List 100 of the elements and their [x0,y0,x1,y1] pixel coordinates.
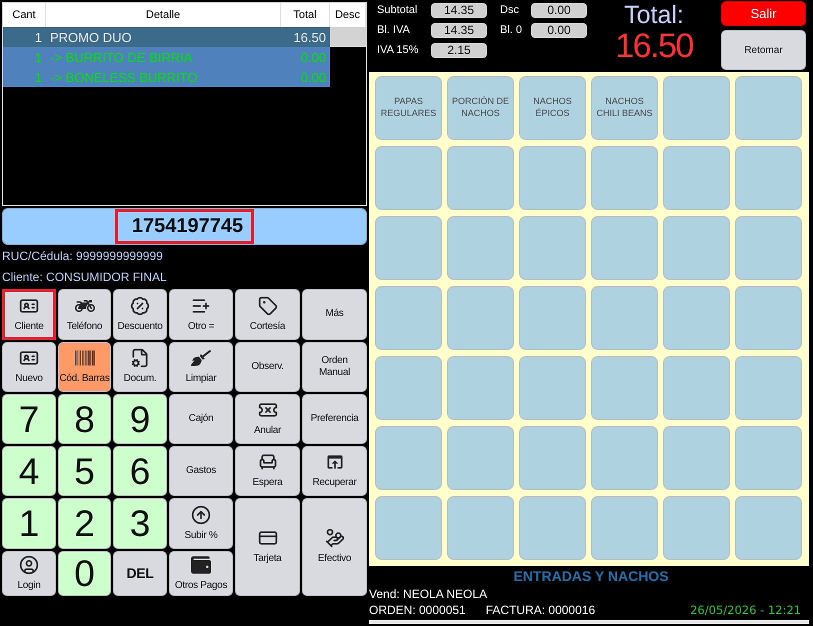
order-number: ORDEN: 0000051 [369,603,466,617]
digit-key[interactable]: 5 [58,446,111,496]
empty-tile[interactable] [663,286,730,350]
empty-tile[interactable] [735,76,802,140]
action-button[interactable]: Cortesía [235,289,300,340]
action-button[interactable]: Subir % [169,498,233,549]
action-button[interactable]: Otros Pagos [169,551,233,596]
empty-tile[interactable] [591,496,658,560]
action-button[interactable]: Limpiar [169,342,233,392]
table-cell-text: -> BURRITO DE BIRRIA [49,48,194,66]
amount-label: IVA 15% [377,44,420,56]
action-button[interactable]: Cajón [169,394,233,444]
empty-tile[interactable] [663,216,730,280]
empty-tile[interactable] [519,146,586,210]
digit-key[interactable]: 0 [58,551,111,596]
table-cell-text: 1 [34,28,43,46]
empty-tile[interactable] [519,216,586,280]
action-button[interactable]: Nuevo [2,342,56,392]
resume-button[interactable]: Retomar [721,30,806,70]
wallet-icon [191,554,211,575]
payment-button[interactable]: Tarjeta [235,498,300,596]
empty-tile[interactable] [447,286,514,350]
table-cell-text: -> BONELESS BURRITO [49,68,198,86]
category-title: ENTRADAS Y NACHOS [512,567,670,586]
empty-tile[interactable] [591,216,658,280]
empty-tile[interactable] [663,496,730,560]
action-button[interactable]: Recuperar [302,446,367,496]
empty-tile[interactable] [735,356,802,420]
empty-tile[interactable] [447,216,514,280]
digit-key[interactable]: 1 [2,498,56,549]
action-button[interactable]: Anular [235,394,300,444]
digit-key[interactable]: 9 [113,394,167,444]
product-tile[interactable]: PAPAS REGULARES [375,76,442,140]
gear-document-icon [130,348,150,368]
empty-tile[interactable] [375,356,442,420]
empty-tile[interactable] [663,76,730,140]
customer-id-text: RUC/Cédula: 9999999999999 [2,248,164,264]
action-button[interactable]: Cliente [2,289,56,340]
table-cell-text: 1 [34,68,43,86]
action-button[interactable]: Observ. [235,342,300,392]
product-tile[interactable]: PORCIÓN DE NACHOS [447,76,514,140]
digit-key[interactable]: 8 [58,394,111,444]
empty-tile[interactable] [663,426,730,490]
action-button[interactable]: Más [302,289,367,340]
action-button[interactable]: Descuento [113,289,167,340]
amount-display: 0.00 [531,2,587,18]
exit-button[interactable]: Salir [721,1,806,26]
digit-key[interactable]: 7 [2,394,56,444]
vendor-text: Vend: NEOLA NEOLA [369,587,488,601]
action-button[interactable]: Espera [235,446,300,496]
order-row[interactable]: 1 PROMO DUO 16.50 [3,27,366,47]
empty-tile[interactable] [663,146,730,210]
empty-tile[interactable] [591,356,658,420]
action-button[interactable]: Login [2,551,56,596]
action-button[interactable]: Teléfono [58,289,111,340]
product-tile[interactable]: NACHOS ÉPICOS [519,76,586,140]
empty-tile[interactable] [591,146,658,210]
empty-tile[interactable] [591,426,658,490]
empty-tile[interactable] [375,286,442,350]
barcode-icon [74,348,94,368]
action-button[interactable]: Gastos [169,446,233,496]
action-button[interactable]: Otro = [169,289,233,340]
empty-tile[interactable] [375,146,442,210]
action-button[interactable]: Cód. Barras [58,342,111,392]
empty-tile[interactable] [375,426,442,490]
empty-tile[interactable] [447,146,514,210]
empty-tile[interactable] [447,426,514,490]
digit-key[interactable]: 4 [2,446,56,496]
digit-key[interactable]: 2 [58,498,111,549]
empty-tile[interactable] [375,496,442,560]
digit-key[interactable]: 3 [113,498,167,549]
empty-tile[interactable] [735,496,802,560]
armchair-icon [258,452,278,472]
action-button[interactable]: Preferencia [302,394,367,444]
product-tile[interactable]: NACHOS CHILI BEANS [591,76,658,140]
empty-tile[interactable] [735,146,802,210]
customer-name-text: Cliente: CONSUMIDOR FINAL [2,268,168,286]
action-button[interactable]: Orden Manual [302,342,367,392]
empty-tile[interactable] [735,426,802,490]
amount-label: Dsc [500,4,520,16]
empty-tile[interactable] [591,286,658,350]
amount-label: Bl. IVA [377,24,411,36]
empty-tile[interactable] [447,356,514,420]
empty-tile[interactable] [447,496,514,560]
empty-tile[interactable] [519,426,586,490]
empty-tile[interactable] [375,216,442,280]
delete-key[interactable]: DEL [113,551,167,596]
empty-tile[interactable] [519,496,586,560]
barcode-field[interactable]: 1754197745 [2,208,367,245]
barcode-value: 1754197745 [114,209,254,244]
empty-tile[interactable] [735,216,802,280]
amount-display: 0.00 [531,22,587,38]
payment-button[interactable]: Efectivo [302,498,367,596]
empty-tile[interactable] [519,356,586,420]
digit-key[interactable]: 6 [113,446,167,496]
empty-tile[interactable] [735,286,802,350]
action-button[interactable]: Docum. [113,342,167,392]
empty-tile[interactable] [519,286,586,350]
arrow-up-circle-icon [191,504,211,525]
empty-tile[interactable] [663,356,730,420]
